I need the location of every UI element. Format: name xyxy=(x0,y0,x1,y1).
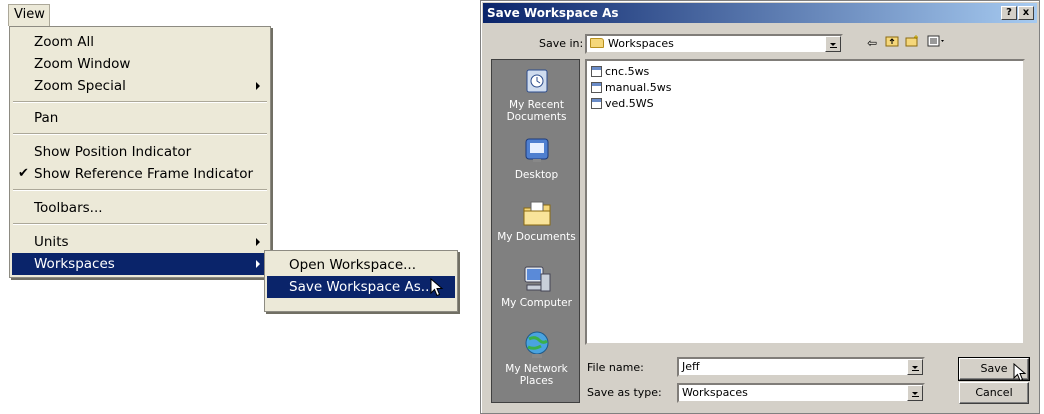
workspace-file-icon xyxy=(591,66,602,77)
place-recent-documents[interactable]: My Recent Documents xyxy=(492,66,581,123)
up-folder-icon[interactable] xyxy=(883,35,901,51)
chevron-down-icon[interactable] xyxy=(907,359,923,375)
menu-item-toolbars[interactable]: Toolbars... xyxy=(12,197,268,219)
dialog-titlebar[interactable]: Save Workspace As ? x xyxy=(483,3,1037,23)
menu-item-show-position-indicator[interactable]: Show Position Indicator xyxy=(12,141,268,163)
file-name: manual.5ws xyxy=(605,81,672,94)
close-button[interactable]: x xyxy=(1018,6,1034,20)
file-name-value: Jeff xyxy=(682,360,700,373)
desktop-icon xyxy=(521,136,553,166)
menu-item-zoom-all[interactable]: Zoom All xyxy=(12,31,268,53)
menu-item-label: Zoom Window xyxy=(34,56,131,72)
checkmark-icon: ✔ xyxy=(18,166,29,181)
submenu-arrow-icon xyxy=(256,260,260,268)
submenu-arrow-icon xyxy=(256,238,260,246)
workspaces-submenu: Open Workspace... Save Workspace As... xyxy=(264,250,458,312)
network-places-icon xyxy=(521,330,553,360)
file-name: cnc.5ws xyxy=(605,65,650,78)
new-folder-icon[interactable] xyxy=(903,35,921,51)
file-name-field[interactable]: Jeff xyxy=(677,357,925,377)
file-name-label: File name: xyxy=(587,361,644,374)
place-desktop[interactable]: Desktop xyxy=(492,136,581,181)
save-in-label: Save in: xyxy=(539,37,584,50)
save-in-dropdown[interactable]: Workspaces xyxy=(585,34,843,54)
back-arrow-icon[interactable]: ⇦ xyxy=(863,35,881,51)
folder-icon xyxy=(590,38,604,48)
cancel-button[interactable]: Cancel xyxy=(959,382,1029,404)
menu-item-zoom-window[interactable]: Zoom Window xyxy=(12,53,268,75)
help-button[interactable]: ? xyxy=(1001,6,1017,20)
menu-item-workspaces[interactable]: Workspaces xyxy=(12,253,268,275)
mouse-pointer-icon xyxy=(430,278,444,297)
view-menu-icon[interactable] xyxy=(925,35,947,51)
dialog-title: Save Workspace As xyxy=(487,6,619,20)
chevron-down-icon[interactable] xyxy=(825,36,841,52)
menu-item-label: Toolbars... xyxy=(34,200,103,216)
menu-item-label: Zoom All xyxy=(34,34,94,50)
place-network-places[interactable]: My Network Places xyxy=(492,330,581,387)
save-in-value: Workspaces xyxy=(608,37,674,50)
menu-item-pan[interactable]: Pan xyxy=(12,107,268,129)
list-item[interactable]: cnc.5ws xyxy=(591,65,649,79)
view-menu-tab[interactable]: View xyxy=(8,4,50,26)
my-documents-icon xyxy=(521,198,553,228)
place-label: My Recent Documents xyxy=(506,99,567,123)
menu-item-open-workspace[interactable]: Open Workspace... xyxy=(267,254,455,276)
save-as-type-label: Save as type: xyxy=(587,386,662,399)
menu-item-zoom-special[interactable]: Zoom Special xyxy=(12,75,268,97)
menu-item-label: Zoom Special xyxy=(34,78,126,94)
save-workspace-dialog: Save Workspace As ? x Save in: Workspace… xyxy=(480,0,1040,414)
menu-item-units[interactable]: Units xyxy=(12,231,268,253)
menu-item-label: Show Reference Frame Indicator xyxy=(34,166,253,182)
place-label: My Network Places xyxy=(505,363,568,387)
place-label: My Documents xyxy=(497,231,576,243)
place-my-documents[interactable]: My Documents xyxy=(492,198,581,243)
menu-item-label: Show Position Indicator xyxy=(34,144,192,160)
menu-separator xyxy=(13,101,267,103)
recent-documents-icon xyxy=(521,66,553,96)
workspace-file-icon xyxy=(591,82,602,93)
menu-item-label: Save Workspace As... xyxy=(289,279,434,295)
places-bar: My Recent Documents Desktop My Documents… xyxy=(491,59,580,403)
menu-item-label: Workspaces xyxy=(34,256,115,272)
file-name: ved.5WS xyxy=(605,97,654,110)
menu-item-show-reference-frame-indicator[interactable]: ✔ Show Reference Frame Indicator xyxy=(12,163,268,185)
list-item[interactable]: manual.5ws xyxy=(591,81,671,95)
menu-item-save-workspace-as[interactable]: Save Workspace As... xyxy=(267,276,455,298)
my-computer-icon xyxy=(521,264,553,294)
save-as-type-dropdown[interactable]: Workspaces xyxy=(677,383,925,403)
place-label: Desktop xyxy=(514,169,559,181)
chevron-down-icon[interactable] xyxy=(907,385,923,401)
save-as-type-value: Workspaces xyxy=(682,386,748,399)
menu-item-label: Pan xyxy=(34,110,59,126)
menu-item-label: Units xyxy=(34,234,69,250)
menu-separator xyxy=(13,223,267,225)
hand-pointer-icon xyxy=(1013,363,1027,382)
view-menu: Zoom All Zoom Window Zoom Special Pan Sh… xyxy=(9,26,271,278)
menu-separator xyxy=(13,133,267,135)
place-my-computer[interactable]: My Computer xyxy=(492,264,581,309)
menu-item-label: Open Workspace... xyxy=(289,257,417,273)
submenu-arrow-icon xyxy=(256,82,260,90)
file-list[interactable]: cnc.5ws manual.5ws ved.5WS xyxy=(585,59,1025,345)
place-label: My Computer xyxy=(501,297,572,309)
workspace-file-icon xyxy=(591,98,602,109)
list-item[interactable]: ved.5WS xyxy=(591,97,654,111)
menu-separator xyxy=(13,189,267,191)
